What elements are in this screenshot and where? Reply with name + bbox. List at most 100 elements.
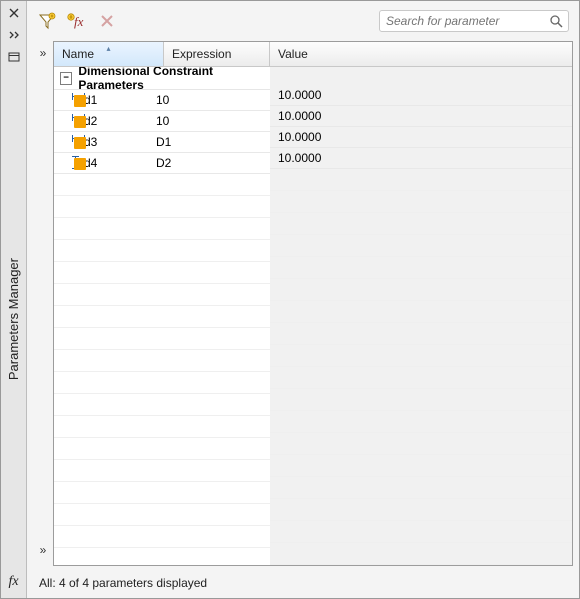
empty-row	[54, 416, 270, 438]
empty-row	[270, 301, 572, 323]
column-header-name[interactable]: ▴ Name	[54, 42, 164, 66]
parameters-manager-palette: Parameters Manager fx fx	[0, 0, 580, 599]
status-bar: All: 4 of 4 parameters displayed	[33, 572, 573, 592]
grid: − Dimensional Constraint Parameters d110…	[54, 67, 572, 565]
group-label: Dimensional Constraint Parameters	[78, 67, 270, 92]
search-box[interactable]	[379, 10, 569, 32]
collapse-bottom-button[interactable]: »	[40, 544, 47, 556]
vertical-dimension-icon	[72, 156, 82, 170]
column-header-value-label: Value	[278, 47, 308, 61]
cell-name[interactable]: d3	[82, 135, 148, 149]
status-text: All: 4 of 4 parameters displayed	[39, 576, 207, 590]
empty-row	[54, 240, 270, 262]
empty-row	[270, 433, 572, 455]
table-row-value[interactable]: 10.0000	[270, 148, 572, 169]
empty-row	[54, 350, 270, 372]
empty-row	[54, 504, 270, 526]
empty-row	[54, 262, 270, 284]
column-header-value[interactable]: Value	[270, 42, 572, 66]
group-collapse-toggle[interactable]: −	[60, 72, 72, 85]
pin-icon[interactable]	[6, 27, 22, 43]
column-headers: ▴ Name Expression Value	[54, 42, 572, 67]
empty-row	[54, 196, 270, 218]
cell-value: 10.0000	[270, 130, 572, 144]
filter-button[interactable]	[37, 11, 57, 31]
table-row-value[interactable]: 10.0000	[270, 127, 572, 148]
toolbar-left: fx	[37, 11, 117, 31]
row-icon	[54, 156, 82, 170]
sort-ascending-icon: ▴	[106, 44, 110, 53]
table-row-value[interactable]: 10.0000	[270, 106, 572, 127]
delete-button	[97, 11, 117, 31]
empty-row	[54, 372, 270, 394]
new-expression-button[interactable]: fx	[67, 11, 87, 31]
palette-title: Parameters Manager	[6, 250, 21, 388]
column-header-expression[interactable]: Expression	[164, 42, 270, 66]
menu-icon[interactable]	[6, 49, 22, 65]
close-icon[interactable]	[6, 5, 22, 21]
empty-row	[270, 477, 572, 499]
empty-row	[54, 548, 270, 565]
svg-text:fx: fx	[74, 14, 84, 29]
column-header-name-label: Name	[62, 47, 94, 61]
collapse-column: » »	[33, 41, 53, 566]
horizontal-dimension-icon	[72, 114, 82, 128]
empty-row	[270, 235, 572, 257]
empty-row	[54, 394, 270, 416]
horizontal-dimension-icon	[72, 93, 82, 107]
grid-left-columns: − Dimensional Constraint Parameters d110…	[54, 67, 270, 565]
empty-row	[270, 191, 572, 213]
cell-value: 10.0000	[270, 88, 572, 102]
empty-row	[54, 174, 270, 196]
main-area: » » ▴ Name Expression Value	[33, 41, 573, 566]
empty-row	[270, 455, 572, 477]
cell-expression[interactable]: 10	[148, 114, 254, 128]
table-row-value[interactable]: 10.0000	[270, 85, 572, 106]
collapse-top-button[interactable]: »	[40, 47, 47, 59]
cell-name[interactable]: d4	[82, 156, 148, 170]
search-input[interactable]	[384, 14, 548, 28]
empty-row	[270, 521, 572, 543]
cell-expression[interactable]: 10	[148, 93, 254, 107]
empty-row	[270, 257, 572, 279]
titlebar-controls	[6, 5, 22, 65]
empty-row	[270, 499, 572, 521]
toolbar: fx	[33, 7, 573, 35]
table-row[interactable]: d4D2	[54, 153, 270, 174]
search-icon[interactable]	[548, 13, 564, 29]
empty-row	[270, 345, 572, 367]
empty-row	[270, 367, 572, 389]
column-header-expression-label: Expression	[172, 47, 231, 61]
empty-row	[270, 323, 572, 345]
empty-row	[270, 543, 572, 565]
palette-titlebar: Parameters Manager fx	[1, 1, 27, 598]
row-icon	[54, 114, 82, 128]
empty-row	[270, 411, 572, 433]
empty-row	[54, 328, 270, 350]
palette-body: fx » »	[27, 1, 579, 598]
parameters-panel: ▴ Name Expression Value − Dimensional	[53, 41, 573, 566]
empty-row	[54, 218, 270, 240]
empty-row	[270, 279, 572, 301]
empty-row	[270, 169, 572, 191]
table-row[interactable]: d3D1	[54, 132, 270, 153]
empty-row	[270, 389, 572, 411]
empty-row	[54, 438, 270, 460]
table-row[interactable]: d210	[54, 111, 270, 132]
cell-name[interactable]: d1	[82, 93, 148, 107]
group-row[interactable]: − Dimensional Constraint Parameters	[54, 67, 270, 90]
cell-expression[interactable]: D1	[148, 135, 254, 149]
empty-row	[54, 460, 270, 482]
row-icon	[54, 93, 82, 107]
empty-row	[54, 482, 270, 504]
row-icon	[54, 135, 82, 149]
cell-value: 10.0000	[270, 151, 572, 165]
cell-value: 10.0000	[270, 109, 572, 123]
table-row[interactable]: d110	[54, 90, 270, 111]
empty-row	[270, 213, 572, 235]
empty-row	[54, 284, 270, 306]
grid-right-column: x 10.000010.000010.000010.0000	[270, 67, 572, 565]
fx-icon: fx	[8, 574, 18, 594]
cell-name[interactable]: d2	[82, 114, 148, 128]
cell-expression[interactable]: D2	[148, 156, 254, 170]
